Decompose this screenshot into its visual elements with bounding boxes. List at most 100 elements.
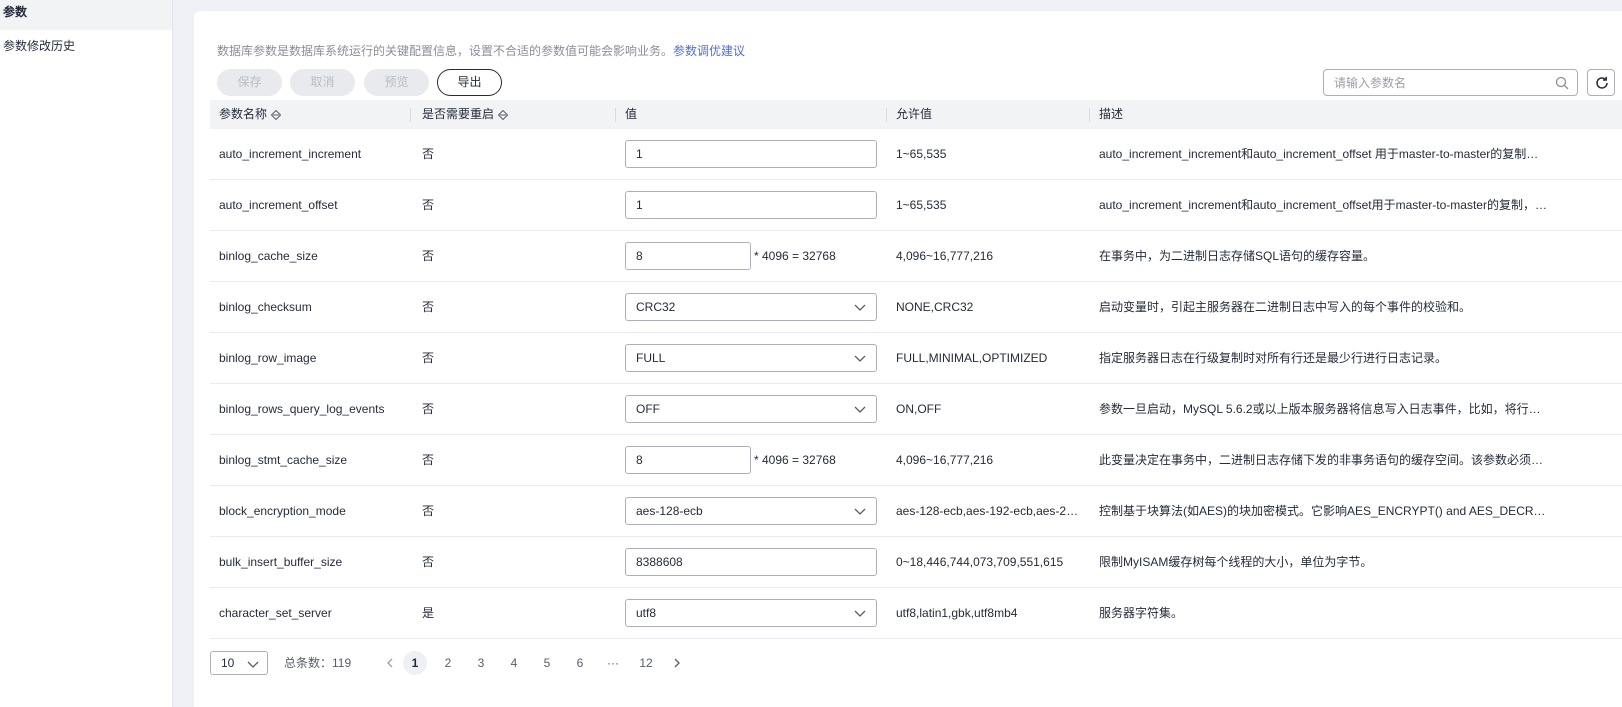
param-name: bulk_insert_buffer_size	[219, 555, 343, 569]
restart-required: 否	[422, 555, 435, 569]
value-select[interactable]: FULL	[625, 344, 877, 372]
search-box	[1323, 69, 1578, 96]
description: auto_increment_increment和auto_increment_…	[1099, 198, 1549, 212]
page-5[interactable]: 5	[535, 651, 559, 675]
page-12[interactable]: 12	[634, 651, 658, 675]
parameter-table: 参数名称 是否需要重启 值 允许值 描述 auto_increment_incr…	[210, 100, 1622, 639]
description: 参数一旦启动，MySQL 5.6.2或以上版本服务器将信息写入日志事件，比如，将…	[1099, 402, 1549, 416]
value-input[interactable]: 8388608	[625, 548, 877, 576]
cancel-button[interactable]: 取消	[290, 69, 355, 96]
value-select[interactable]: CRC32	[625, 293, 877, 321]
param-name: binlog_stmt_cache_size	[219, 453, 348, 467]
page-ellipsis[interactable]: ···	[601, 651, 625, 675]
notice: 数据库参数是数据库系统运行的关键配置信息，设置不合适的参数值可能会影响业务。参数…	[217, 42, 745, 59]
sidebar-item-parameters[interactable]: 参数	[0, 0, 172, 30]
refresh-icon	[1596, 76, 1608, 89]
description: auto_increment_increment和auto_increment_…	[1099, 147, 1549, 161]
page-3[interactable]: 3	[469, 651, 493, 675]
header-value: 值	[625, 107, 638, 121]
value-input[interactable]: 1	[625, 191, 877, 219]
param-name: block_encryption_mode	[219, 504, 346, 518]
allowed-values: ON,OFF	[896, 402, 942, 416]
sidebar-item-parameter-history[interactable]: 参数修改历史	[0, 34, 172, 64]
restart-required: 否	[422, 249, 435, 263]
allowed-values: utf8,latin1,gbk,utf8mb4	[896, 606, 1018, 620]
allowed-values: 4,096~16,777,216	[896, 453, 994, 467]
table-row: auto_increment_increment 否 1 1~65,535 au…	[210, 129, 1622, 180]
column-divider	[1089, 108, 1090, 122]
gutter	[174, 0, 194, 707]
export-button[interactable]: 导出	[437, 69, 502, 96]
page-size-select[interactable]: 10	[210, 651, 268, 675]
notice-text: 数据库参数是数据库系统运行的关键配置信息，设置不合适的参数值可能会影响业务。	[217, 44, 674, 58]
select-value: CRC32	[636, 300, 676, 314]
value-input[interactable]: 8	[625, 446, 751, 474]
header-restart-label: 是否需要重启	[422, 107, 495, 121]
description: 控制基于块算法(如AES)的块加密模式。它影响AES_ENCRYPT() and…	[1099, 504, 1549, 518]
description: 服务器字符集。	[1099, 606, 1184, 620]
header-allowed: 允许值	[896, 107, 933, 121]
restart-required: 否	[422, 300, 435, 314]
restart-required: 否	[422, 453, 435, 467]
param-name: character_set_server	[219, 606, 332, 620]
value-input[interactable]: 8	[625, 242, 751, 270]
description: 启动变量时，引起主服务器在二进制日志中写入的每个事件的校验和。	[1099, 300, 1472, 314]
restart-required: 是	[422, 606, 435, 620]
chevron-down-icon	[854, 304, 866, 311]
table-row: binlog_cache_size 否 8 * 4096 = 32768 4,0…	[210, 231, 1622, 282]
description: 限制MyISAM缓存树每个线程的大小，单位为字节。	[1099, 555, 1373, 569]
param-name: binlog_rows_query_log_events	[219, 402, 385, 416]
chevron-down-icon	[854, 610, 866, 617]
param-name: auto_increment_offset	[219, 198, 338, 212]
prev-page-button[interactable]	[383, 651, 399, 675]
refresh-button[interactable]	[1587, 69, 1615, 96]
param-name: binlog_cache_size	[219, 249, 318, 263]
total-count: 总条数：119	[284, 656, 352, 670]
select-value: aes-128-ecb	[636, 504, 703, 518]
column-divider	[410, 108, 411, 122]
description: 此变量决定在事务中，二进制日志存储下发的非事务语句的缓存空间。该参数必须设置..…	[1099, 453, 1549, 467]
param-name: binlog_checksum	[219, 300, 312, 314]
page-1[interactable]: 1	[403, 651, 427, 675]
save-button[interactable]: 保存	[217, 69, 282, 96]
sort-icon[interactable]	[498, 109, 509, 120]
allowed-values: FULL,MINIMAL,OPTIMIZED	[896, 351, 1048, 365]
table-row: character_set_server 是 utf8 utf8,latin1,…	[210, 588, 1622, 639]
multiplier-text: * 4096 = 32768	[754, 249, 836, 263]
allowed-values: aes-128-ecb,aes-192-ecb,aes-25...	[896, 504, 1081, 518]
restart-required: 否	[422, 504, 435, 518]
value-input[interactable]: 1	[625, 140, 877, 168]
allowed-values: 4,096~16,777,216	[896, 249, 994, 263]
restart-required: 否	[422, 402, 435, 416]
param-name: auto_increment_increment	[219, 147, 362, 161]
main-panel: 数据库参数是数据库系统运行的关键配置信息，设置不合适的参数值可能会影响业务。参数…	[194, 11, 1622, 707]
multiplier-text: * 4096 = 32768	[754, 453, 836, 467]
page-2[interactable]: 2	[436, 651, 460, 675]
header-name[interactable]: 参数名称	[219, 100, 282, 129]
next-page-button[interactable]	[670, 651, 686, 675]
description: 在事务中，为二进制日志存储SQL语句的缓存容量。	[1099, 249, 1376, 263]
restart-required: 否	[422, 351, 435, 365]
sort-icon[interactable]	[271, 109, 282, 120]
table-row: binlog_row_image 否 FULL FULL,MINIMAL,OPT…	[210, 333, 1622, 384]
value-select[interactable]: aes-128-ecb	[625, 497, 877, 525]
allowed-values: 1~65,535	[896, 198, 947, 212]
select-value: FULL	[636, 351, 666, 365]
allowed-values: 1~65,535	[896, 147, 947, 161]
header-restart[interactable]: 是否需要重启	[422, 100, 509, 129]
value-select[interactable]: utf8	[625, 599, 877, 627]
page-4[interactable]: 4	[502, 651, 526, 675]
search-input[interactable]	[1324, 70, 1544, 95]
restart-required: 否	[422, 147, 435, 161]
pagination: 10 总条数：119 1 2 3 4 5 6 ··· 12	[210, 651, 910, 675]
sidebar: 参数 参数修改历史	[0, 0, 173, 707]
search-icon[interactable]	[1555, 76, 1569, 90]
value-select[interactable]: OFF	[625, 395, 877, 423]
table-row: bulk_insert_buffer_size 否 8388608 0~18,4…	[210, 537, 1622, 588]
chevron-down-icon	[854, 355, 866, 362]
column-divider	[886, 108, 887, 122]
table-row: binlog_stmt_cache_size 否 8 * 4096 = 3276…	[210, 435, 1622, 486]
tuning-advice-link[interactable]: 参数调优建议	[673, 44, 745, 58]
preview-button[interactable]: 预览	[364, 69, 429, 96]
page-6[interactable]: 6	[568, 651, 592, 675]
